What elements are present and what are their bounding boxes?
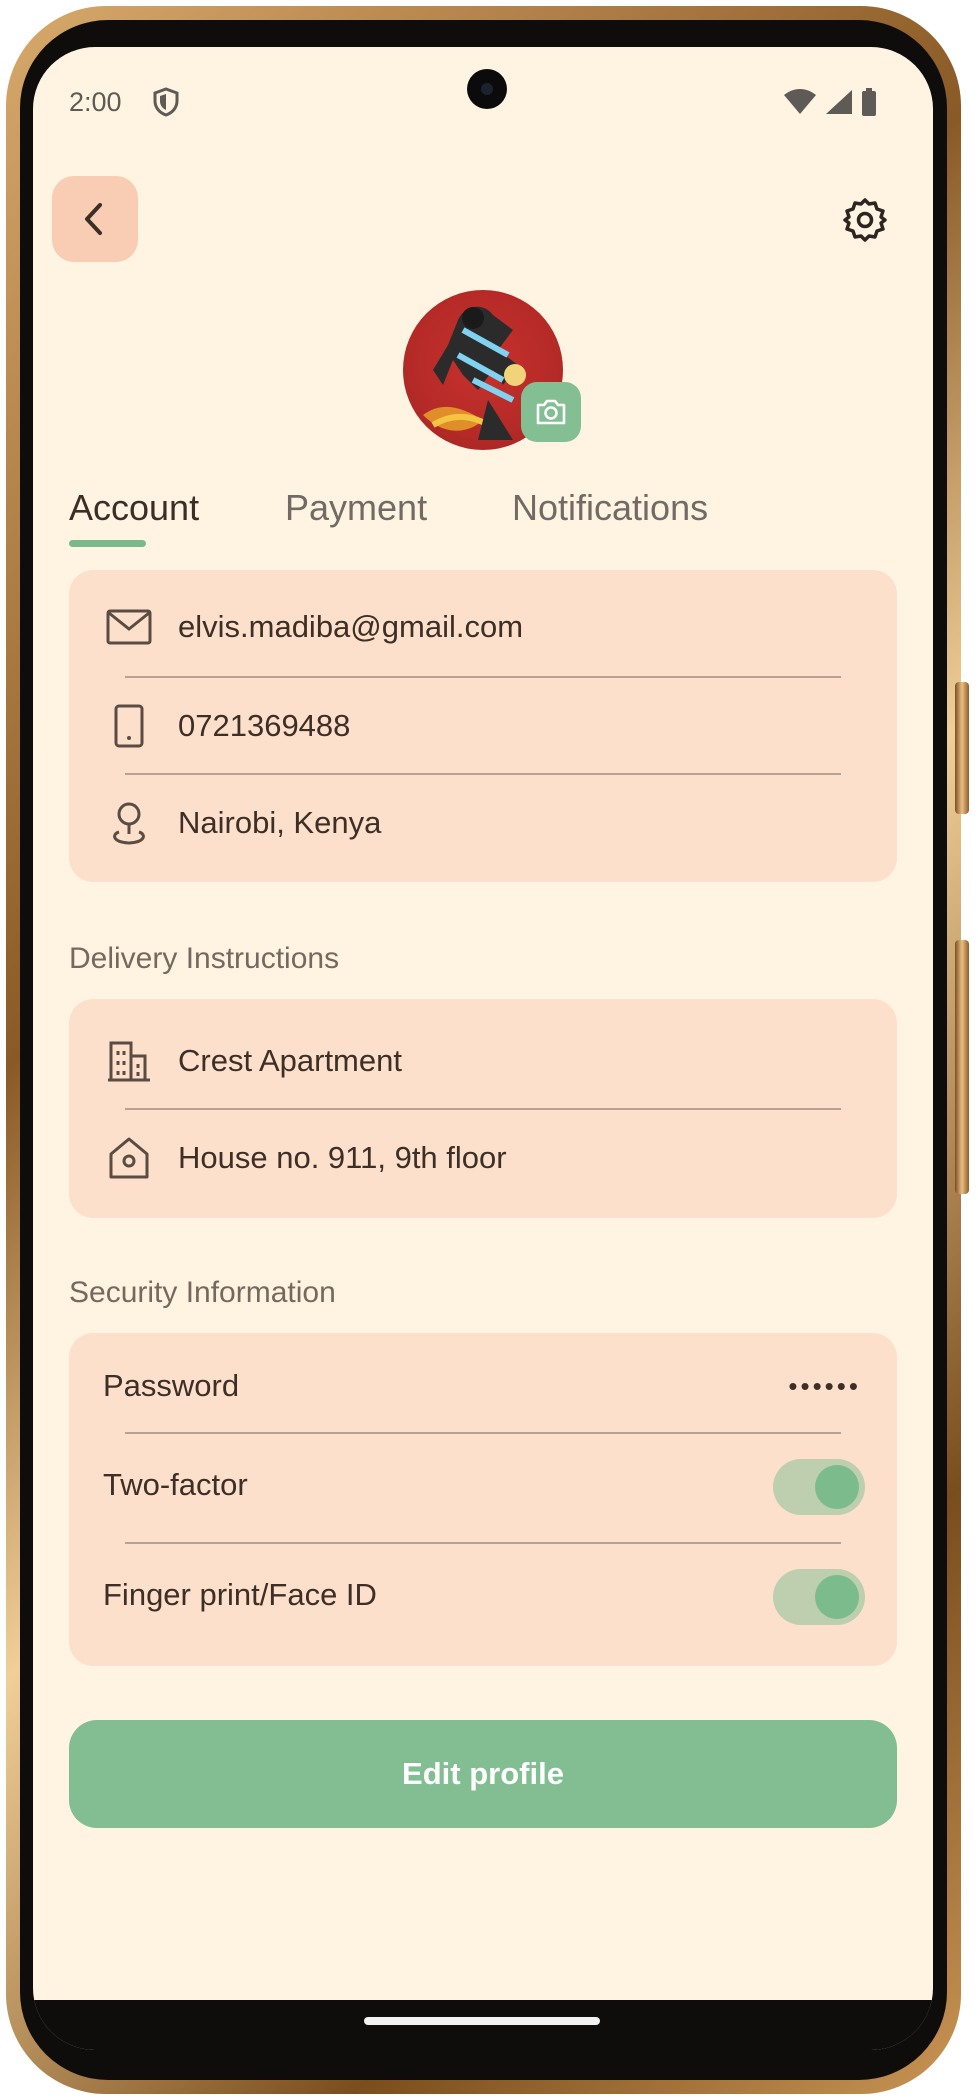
location-row[interactable]: Nairobi, Kenya xyxy=(69,775,897,871)
battery-icon xyxy=(862,88,876,116)
two-factor-label: Two-factor xyxy=(103,1467,248,1502)
app-screen: 2:00 Account Payment Notifications elvis… xyxy=(33,47,933,2050)
camera-icon xyxy=(536,399,566,425)
two-factor-toggle[interactable] xyxy=(773,1459,865,1515)
tab-notifications[interactable]: Notifications xyxy=(512,487,708,529)
biometric-label: Finger print/Face ID xyxy=(103,1577,377,1612)
chevron-left-icon xyxy=(85,203,102,235)
password-mask: •••••• xyxy=(788,1371,861,1401)
volume-button xyxy=(955,682,969,814)
delivery-section-title: Delivery Instructions xyxy=(69,942,340,975)
toggle-knob xyxy=(815,1575,859,1619)
signal-icon xyxy=(826,90,852,114)
back-button[interactable] xyxy=(52,176,138,262)
phone-icon xyxy=(106,703,152,749)
phone-row[interactable]: 0721369488 xyxy=(69,678,897,774)
wifi-icon xyxy=(784,89,816,114)
shield-icon xyxy=(153,87,179,117)
location-pin-icon xyxy=(106,800,152,846)
security-card: Password •••••• Two-factor Finger print/… xyxy=(69,1333,897,1666)
system-navigation-bar xyxy=(33,2000,933,2050)
divider xyxy=(125,1432,841,1434)
phone-value: 0721369488 xyxy=(178,708,351,743)
email-value: elvis.madiba@gmail.com xyxy=(178,609,524,644)
building-icon xyxy=(106,1038,152,1084)
settings-button[interactable] xyxy=(840,195,890,245)
divider xyxy=(125,1542,841,1544)
two-factor-row: Two-factor xyxy=(69,1435,897,1535)
power-button xyxy=(955,940,969,1194)
toggle-knob xyxy=(815,1465,859,1509)
mail-icon xyxy=(106,604,152,650)
house-value: House no. 911, 9th floor xyxy=(178,1140,507,1175)
password-label: Password xyxy=(103,1368,240,1403)
account-info-card: elvis.madiba@gmail.com 0721369488 Nairob… xyxy=(69,570,897,882)
home-indicator[interactable] xyxy=(364,2017,600,2025)
delivery-card: Crest Apartment House no. 911, 9th floor xyxy=(69,999,897,1218)
change-photo-button[interactable] xyxy=(521,382,581,442)
tab-account[interactable]: Account xyxy=(69,487,199,529)
building-row[interactable]: Crest Apartment xyxy=(69,1013,897,1109)
biometric-row: Finger print/Face ID xyxy=(69,1545,897,1645)
status-icons xyxy=(783,87,877,117)
active-tab-indicator xyxy=(69,540,146,547)
security-section-title: Security Information xyxy=(69,1276,336,1309)
status-time: 2:00 xyxy=(69,87,122,117)
home-icon xyxy=(106,1135,152,1181)
front-camera xyxy=(467,69,507,109)
gear-icon xyxy=(843,198,887,242)
tab-payment[interactable]: Payment xyxy=(285,487,427,529)
house-row[interactable]: House no. 911, 9th floor xyxy=(69,1110,897,1206)
email-row[interactable]: elvis.madiba@gmail.com xyxy=(69,579,897,675)
edit-profile-button[interactable]: Edit profile xyxy=(69,1720,897,1828)
biometric-toggle[interactable] xyxy=(773,1569,865,1625)
building-value: Crest Apartment xyxy=(178,1043,402,1078)
password-row[interactable]: Password •••••• xyxy=(69,1336,897,1436)
location-value: Nairobi, Kenya xyxy=(178,805,382,840)
